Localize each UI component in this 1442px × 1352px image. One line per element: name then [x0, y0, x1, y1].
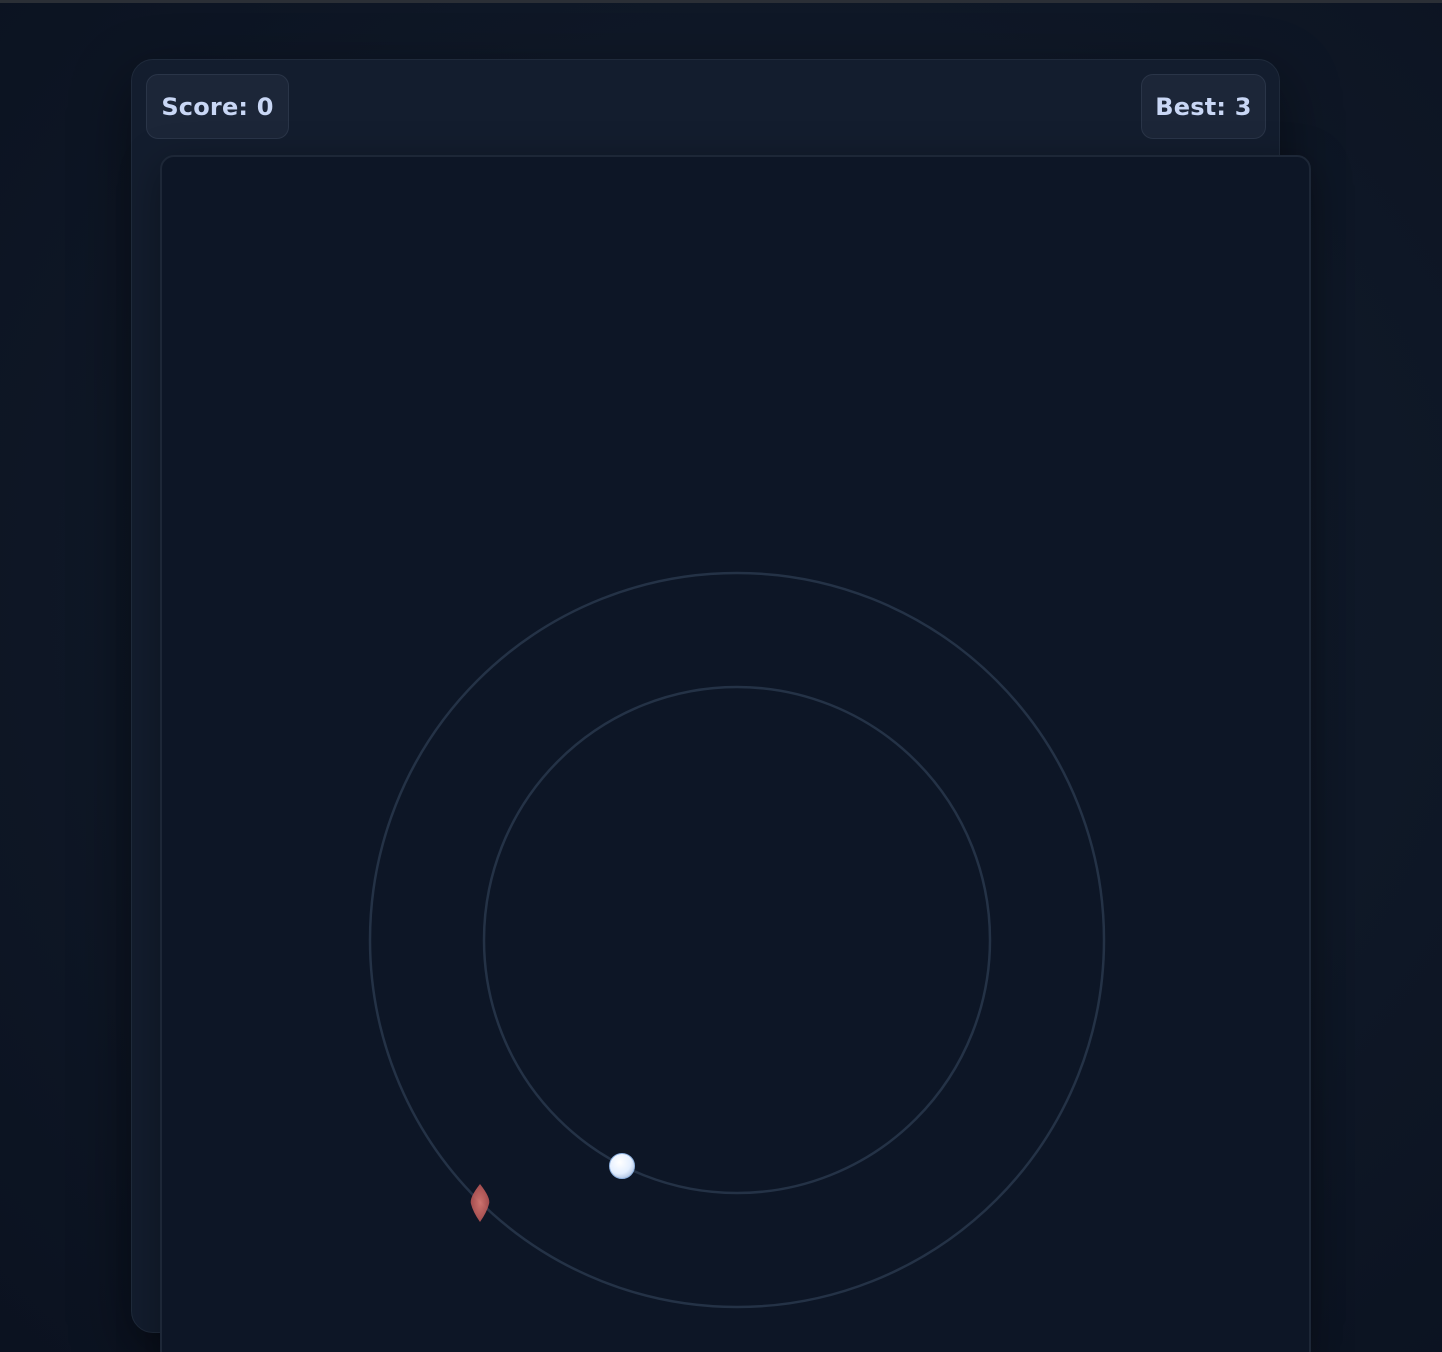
- best-score-badge: Best: 3: [1141, 74, 1266, 139]
- player-ball: [609, 1153, 635, 1179]
- score-badge: Score: 0: [146, 74, 289, 139]
- inner-orbit-ring: [482, 685, 992, 1195]
- game-scene: [368, 571, 1106, 1309]
- game-canvas[interactable]: [160, 155, 1311, 1352]
- score-label: Score: 0: [161, 92, 274, 121]
- best-score-label: Best: 3: [1155, 92, 1252, 121]
- window-top-border: [0, 0, 1442, 3]
- hazard-spike: [470, 1184, 490, 1222]
